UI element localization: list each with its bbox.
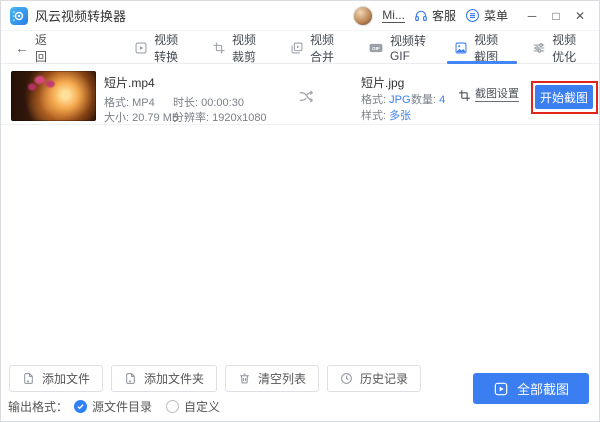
tab-label: 视频截图 <box>474 32 499 64</box>
folder-plus-icon <box>124 372 137 385</box>
tab-video-convert[interactable]: 视频转换 <box>123 32 201 64</box>
maximize-button[interactable]: □ <box>545 5 567 27</box>
username-link[interactable]: Mi... <box>382 8 405 23</box>
tab-video-optimize[interactable]: 视频优化 <box>521 32 599 64</box>
radio-source-directory[interactable]: 源文件目录 <box>74 398 152 415</box>
tab-label: 视频转GIF <box>389 34 426 63</box>
file-plus-icon <box>22 372 35 385</box>
output-format-label: 输出格式： <box>8 400 69 414</box>
trash-icon <box>238 372 251 385</box>
app-title: 风云视频转换器 <box>35 9 127 24</box>
user-avatar[interactable] <box>353 5 374 26</box>
video-optimize-icon <box>532 41 546 55</box>
clear-list-button[interactable]: 清空列表 <box>225 365 320 392</box>
history-label: 历史记录 <box>360 372 409 386</box>
output-count-value: 4 <box>439 94 446 106</box>
headset-icon <box>414 9 428 23</box>
source-filename: 短片.mp4 <box>104 76 155 90</box>
video-screenshot-icon <box>454 41 468 55</box>
capture-all-label: 全部截图 <box>516 382 569 397</box>
add-folder-button[interactable]: 添加文件夹 <box>111 365 218 392</box>
shuffle-icon[interactable] <box>298 89 315 104</box>
back-button[interactable]: ← 返回 <box>1 32 67 64</box>
add-file-label: 添加文件 <box>42 372 91 386</box>
capture-all-button[interactable]: 全部截图 <box>473 373 589 404</box>
source-resolution: 分辨率: 1920x1080 <box>173 112 267 124</box>
close-button[interactable]: ✕ <box>569 5 591 27</box>
source-size: 大小: 20.79 MB <box>104 112 180 124</box>
tab-label: 视频裁剪 <box>232 32 257 64</box>
output-style: 样式: 多张 <box>361 107 411 123</box>
menu-icon <box>465 8 480 23</box>
output-format: 格式: JPG <box>361 91 411 107</box>
output-format-value: JPG <box>389 94 411 106</box>
tab-label: 视频优化 <box>552 32 577 64</box>
output-filename: 短片.jpg <box>361 76 405 90</box>
video-crop-icon <box>212 41 226 55</box>
radio-checked-icon <box>74 400 88 413</box>
screenshot-settings-link[interactable]: 截图设置 <box>458 88 519 102</box>
output-format-key: 格式: <box>361 94 387 106</box>
clock-icon <box>340 372 353 385</box>
tab-strip: 视频转换 视频裁剪 视频合并 GIF 视频转GIF 视频截图 视频优化 <box>123 32 599 64</box>
output-count-key: 数量: <box>411 94 437 106</box>
output-count: 数量: 4 <box>411 91 445 107</box>
video-to-gif-icon: GIF <box>368 41 384 55</box>
radio-source-label: 源文件目录 <box>92 400 153 414</box>
task-row: 短片.mp4 格式: MP4 时长: 00:00:30 大小: 20.79 MB… <box>1 64 599 125</box>
menu-label: 菜单 <box>483 9 508 23</box>
video-thumbnail <box>11 71 96 121</box>
add-folder-label: 添加文件夹 <box>144 372 205 386</box>
output-style-key: 样式: <box>361 110 387 122</box>
start-screenshot-button[interactable]: 开始截图 <box>535 85 593 109</box>
tab-video-screenshot[interactable]: 视频截图 <box>443 32 521 64</box>
screenshot-settings-label: 截图设置 <box>475 88 519 102</box>
footer-toolbar: 添加文件 添加文件夹 清空列表 历史记录 <box>9 365 422 392</box>
app-logo-icon <box>10 6 28 25</box>
source-duration: 时长: 00:00:30 <box>173 97 244 109</box>
play-square-icon <box>493 381 509 397</box>
output-style-value: 多张 <box>389 110 412 122</box>
back-label: 返回 <box>35 32 48 64</box>
history-button[interactable]: 历史记录 <box>327 365 422 392</box>
back-arrow-icon: ← <box>15 39 29 56</box>
app-window: 风云视频转换器 Mi... 客服 菜单 ─ □ ✕ ← 返回 视频转换 视频裁剪… <box>0 0 600 422</box>
tab-video-crop[interactable]: 视频裁剪 <box>201 32 279 64</box>
radio-unchecked-icon <box>166 400 180 413</box>
customer-service-button[interactable]: 客服 <box>414 7 456 24</box>
nav-bar: ← 返回 视频转换 视频裁剪 视频合并 GIF 视频转GIF 视频截图 视频优化 <box>1 32 599 64</box>
tab-video-merge[interactable]: 视频合并 <box>279 32 357 64</box>
radio-custom[interactable]: 自定义 <box>166 398 220 415</box>
radio-custom-label: 自定义 <box>184 400 221 414</box>
crop-icon <box>458 89 471 102</box>
svg-text:GIF: GIF <box>372 46 380 51</box>
source-format: 格式: MP4 <box>104 97 155 109</box>
clear-list-label: 清空列表 <box>258 372 307 386</box>
video-merge-icon <box>290 41 304 55</box>
add-file-button[interactable]: 添加文件 <box>9 365 104 392</box>
tab-video-to-gif[interactable]: GIF 视频转GIF <box>357 32 443 63</box>
customer-service-label: 客服 <box>431 9 456 23</box>
menu-button[interactable]: 菜单 <box>465 7 508 24</box>
output-format-row: 输出格式： 源文件目录 自定义 <box>8 398 220 415</box>
title-bar: 风云视频转换器 Mi... 客服 菜单 ─ □ ✕ <box>1 1 599 31</box>
video-convert-icon <box>134 41 148 55</box>
tab-label: 视频转换 <box>154 32 179 64</box>
minimize-button[interactable]: ─ <box>521 5 543 27</box>
tab-label: 视频合并 <box>309 32 334 64</box>
